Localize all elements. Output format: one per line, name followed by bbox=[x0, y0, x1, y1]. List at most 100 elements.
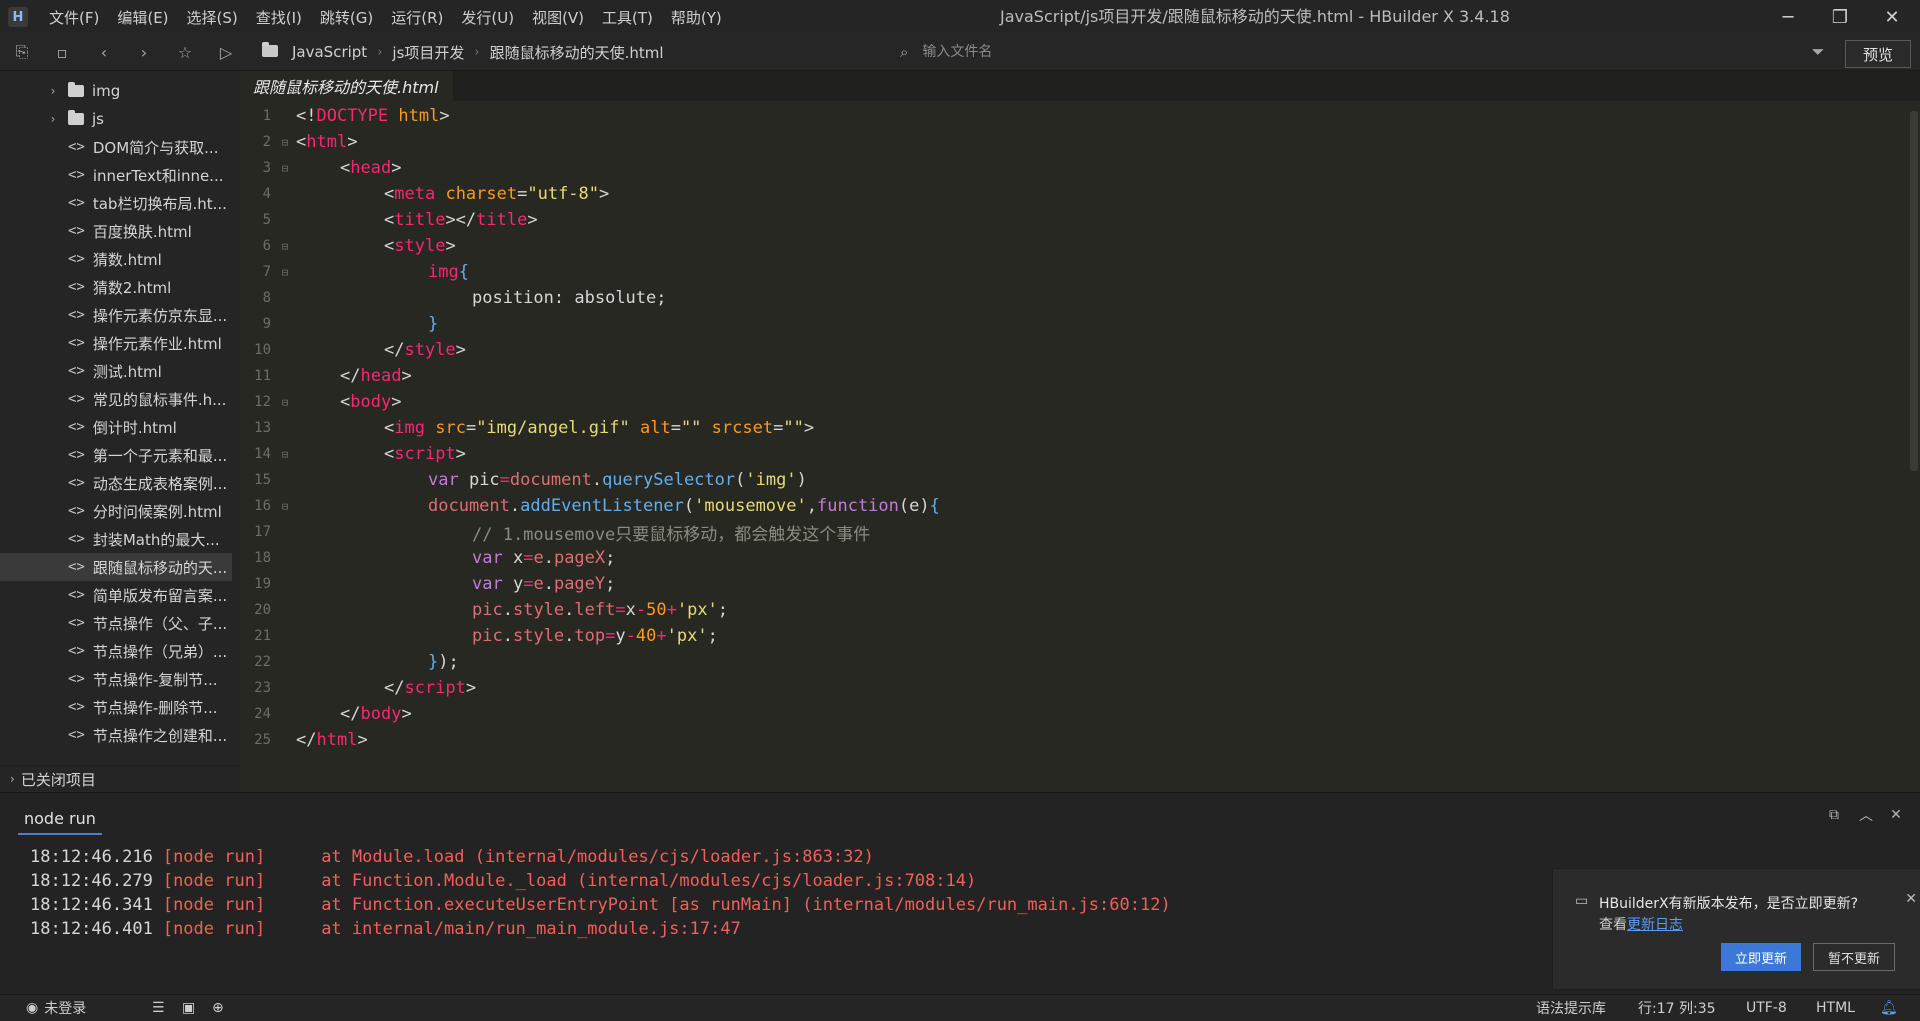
tree-file-item[interactable]: <> 节点操作-复制节... bbox=[0, 665, 232, 693]
code-line[interactable]: 9} bbox=[241, 311, 1911, 337]
code-line[interactable]: 6 ⊟ <style> bbox=[241, 233, 1911, 259]
preview-button[interactable]: 预览 bbox=[1845, 40, 1911, 68]
fold-toggle-icon[interactable]: ⊟ bbox=[277, 266, 293, 279]
code-line[interactable]: 7 ⊟ img{ bbox=[241, 259, 1911, 285]
menu-item[interactable]: 文件(F) bbox=[40, 7, 108, 28]
restore-icon[interactable]: ❐ bbox=[1814, 0, 1866, 34]
tree-file-item[interactable]: <> 节点操作-删除节... bbox=[0, 693, 232, 721]
tree-file-item[interactable]: <> tab栏切换布局.ht... bbox=[0, 189, 232, 217]
tree-file-item[interactable]: <> DOM简介与获取... bbox=[0, 133, 232, 161]
code-line[interactable]: 8 position: absolute; bbox=[241, 285, 1911, 311]
file-search-input[interactable] bbox=[920, 43, 1625, 61]
fold-toggle-icon[interactable]: ⊟ bbox=[277, 500, 293, 513]
user-login-status[interactable]: ◉ 未登录 bbox=[26, 995, 86, 1021]
tree-file-item[interactable]: <> 猜数2.html bbox=[0, 273, 232, 301]
code-line[interactable]: 13 <img src="img/angel.gif" alt="" srcset… bbox=[241, 415, 1911, 441]
tree-file-item[interactable]: <> 简单版发布留言案... bbox=[0, 581, 232, 609]
menu-item[interactable]: 跳转(G) bbox=[311, 7, 382, 28]
closed-projects-item[interactable]: › 已关闭项目 bbox=[0, 765, 240, 791]
tree-file-item[interactable]: <> 测试.html bbox=[0, 357, 232, 385]
code-line[interactable]: 12 ⊟ <body> bbox=[241, 389, 1911, 415]
breadcrumb-item[interactable]: js项目开发 bbox=[392, 42, 464, 63]
menu-item[interactable]: 发行(U) bbox=[452, 7, 523, 28]
fold-toggle-icon[interactable]: ⊟ bbox=[277, 396, 293, 409]
close-icon[interactable]: ✕ bbox=[1866, 0, 1918, 34]
tree-file-item[interactable]: <> 跟随鼠标移动的天... bbox=[0, 553, 232, 581]
menu-item[interactable]: 运行(R) bbox=[382, 7, 452, 28]
tree-file-item[interactable]: <> 操作元素仿京东显... bbox=[0, 301, 232, 329]
code-editor[interactable]: 跟随鼠标移动的天使.html 1 <!DOCTYPE html> 2 ⊟ <html> 3… bbox=[241, 71, 1920, 791]
editor-scrollbar[interactable] bbox=[1910, 111, 1918, 471]
code-line[interactable]: 24 </body> bbox=[241, 701, 1911, 727]
code-line[interactable]: 1 <!DOCTYPE html> bbox=[241, 103, 1911, 129]
forward-icon[interactable]: › bbox=[134, 42, 154, 62]
tree-file-item[interactable]: <> 封装Math的最大... bbox=[0, 525, 232, 553]
save-icon[interactable]: ▫ bbox=[52, 42, 72, 62]
chevron-right-icon[interactable]: › bbox=[46, 112, 60, 126]
tree-file-item[interactable]: <> 节点操作（父、子... bbox=[0, 609, 232, 637]
code-line[interactable]: 10 </style> bbox=[241, 337, 1911, 363]
code-line[interactable]: 14 ⊟ <script> bbox=[241, 441, 1911, 467]
tree-file-item[interactable]: <> 分时问候案例.html bbox=[0, 497, 232, 525]
breadcrumb-item[interactable]: 跟随鼠标移动的天使.html bbox=[490, 42, 664, 63]
menu-item[interactable]: 选择(S) bbox=[178, 7, 247, 28]
code-line[interactable]: 19 var y=e.pageY; bbox=[241, 571, 1911, 597]
changelog-link[interactable]: 更新日志 bbox=[1627, 917, 1683, 933]
tree-file-item[interactable]: <> 常见的鼠标事件.h... bbox=[0, 385, 232, 413]
tree-file-item[interactable]: <> 倒计时.html bbox=[0, 413, 232, 441]
tree-folder-item[interactable]: › js bbox=[0, 105, 232, 133]
tree-file-item[interactable]: <> 节点操作之创建和... bbox=[0, 721, 232, 749]
code-line[interactable]: 18 var x=e.pageX; bbox=[241, 545, 1911, 571]
code-line[interactable]: 21 pic.style.top=y-40+'px'; bbox=[241, 623, 1911, 649]
menu-item[interactable]: 视图(V) bbox=[523, 7, 593, 28]
menu-item[interactable]: 工具(T) bbox=[593, 7, 662, 28]
code-line[interactable]: 25 </html> bbox=[241, 727, 1911, 753]
close-icon[interactable]: ✕ bbox=[1905, 891, 1917, 907]
encoding-status[interactable]: UTF-8 bbox=[1746, 995, 1787, 1021]
tree-file-item[interactable]: <> 第一个子元素和最... bbox=[0, 441, 232, 469]
globe-icon[interactable]: ⊕ bbox=[212, 995, 224, 1021]
code-line[interactable]: 17 // 1.mousemove只要鼠标移动，都会触发这个事件 bbox=[241, 519, 1911, 545]
back-icon[interactable]: ‹ bbox=[94, 42, 114, 62]
tree-file-item[interactable]: <> 操作元素作业.html bbox=[0, 329, 232, 357]
tree-file-item[interactable]: <> 百度换肤.html bbox=[0, 217, 232, 245]
code-line[interactable]: 15 var pic=document.querySelector('img') bbox=[241, 467, 1911, 493]
language-mode[interactable]: HTML bbox=[1816, 995, 1855, 1021]
close-panel-icon[interactable]: ✕ bbox=[1886, 805, 1906, 825]
terminal-icon[interactable]: ▣ bbox=[182, 995, 195, 1021]
filter-icon[interactable]: ⏷ bbox=[1808, 42, 1828, 62]
tree-file-item[interactable]: <> 猜数.html bbox=[0, 245, 232, 273]
editor-tab-active[interactable]: 跟随鼠标移动的天使.html bbox=[241, 71, 453, 101]
update-later-button[interactable]: 暂不更新 bbox=[1813, 943, 1895, 971]
menu-item[interactable]: 查找(I) bbox=[247, 7, 311, 28]
code-line[interactable]: 23 </script> bbox=[241, 675, 1911, 701]
tree-file-item[interactable]: <> innerText和inne... bbox=[0, 161, 232, 189]
cursor-position[interactable]: 行:17 列:35 bbox=[1638, 995, 1716, 1021]
fold-toggle-icon[interactable]: ⊟ bbox=[277, 448, 293, 461]
fold-toggle-icon[interactable]: ⊟ bbox=[277, 162, 293, 175]
chevron-right-icon[interactable]: › bbox=[46, 84, 60, 98]
update-now-button[interactable]: 立即更新 bbox=[1721, 943, 1801, 971]
code-line[interactable]: 20 pic.style.left=x-50+'px'; bbox=[241, 597, 1911, 623]
code-line[interactable]: 11 </head> bbox=[241, 363, 1911, 389]
code-line[interactable]: 5 <title></title> bbox=[241, 207, 1911, 233]
menu-item[interactable]: 帮助(Y) bbox=[662, 7, 731, 28]
run-icon[interactable]: ▷ bbox=[216, 42, 236, 62]
fold-toggle-icon[interactable]: ⊟ bbox=[277, 240, 293, 253]
outline-icon[interactable]: ☰ bbox=[152, 995, 165, 1021]
menu-item[interactable]: 编辑(E) bbox=[108, 7, 177, 28]
open-external-icon[interactable]: ⧉ bbox=[1824, 805, 1844, 825]
new-file-icon[interactable]: ⎘ bbox=[12, 42, 32, 62]
chevron-up-icon[interactable]: ︿ bbox=[1856, 805, 1876, 825]
syntax-lib-button[interactable]: 语法提示库 bbox=[1536, 995, 1606, 1021]
code-line[interactable]: 2 ⊟ <html> bbox=[241, 129, 1911, 155]
code-line[interactable]: 16 ⊟ document.addEventListener('mousemove'… bbox=[241, 493, 1911, 519]
fold-toggle-icon[interactable]: ⊟ bbox=[277, 136, 293, 149]
breadcrumb-item[interactable]: JavaScript bbox=[292, 43, 367, 61]
code-line[interactable]: 3 ⊟ <head> bbox=[241, 155, 1911, 181]
tree-file-item[interactable]: <> 动态生成表格案例... bbox=[0, 469, 232, 497]
code-line[interactable]: 4 <meta charset="utf-8"> bbox=[241, 181, 1911, 207]
console-tab-node-run[interactable]: node run bbox=[18, 803, 102, 835]
code-line[interactable]: 22}); bbox=[241, 649, 1911, 675]
minimize-icon[interactable]: ─ bbox=[1762, 0, 1814, 34]
